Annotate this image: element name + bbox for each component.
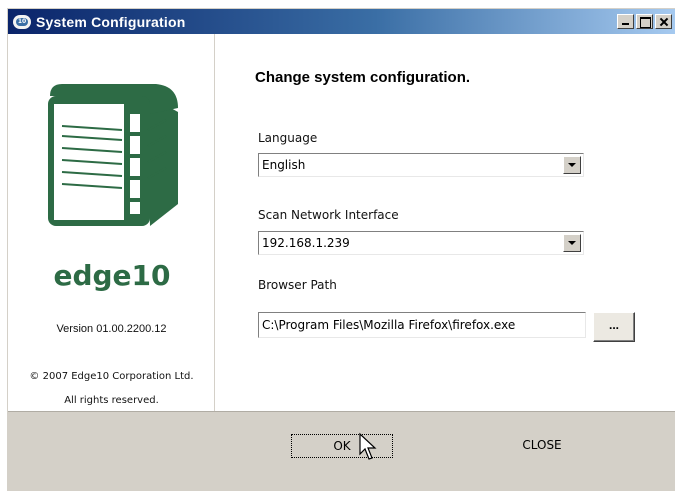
language-value: English bbox=[262, 158, 306, 172]
maximize-icon[interactable] bbox=[636, 14, 653, 29]
chevron-down-icon[interactable] bbox=[563, 234, 581, 252]
browser-path-label: Browser Path bbox=[258, 278, 337, 292]
svg-text:edge10: edge10 bbox=[53, 260, 170, 292]
rights-text: All rights reserved. bbox=[64, 395, 159, 406]
title-bar[interactable]: 10 System Configuration bbox=[8, 9, 675, 34]
copyright-block: © 2007 Edge10 Corporation Ltd. All right… bbox=[8, 365, 215, 413]
sidebar-panel: edge10 Version 01.00.2200.12 © 2007 Edge… bbox=[8, 34, 215, 411]
window-title: System Configuration bbox=[36, 13, 186, 30]
close-button[interactable]: CLOSE bbox=[498, 434, 586, 458]
copyright-text: © 2007 Edge10 Corporation Ltd. bbox=[29, 371, 194, 382]
app-icon[interactable]: 10 bbox=[13, 14, 31, 29]
server-storage-icon bbox=[48, 84, 178, 226]
version-text: Version 01.00.2200.12 bbox=[56, 323, 167, 335]
language-select[interactable]: English bbox=[258, 153, 584, 177]
footer-bar: OK CLOSE bbox=[8, 411, 675, 491]
minimize-icon[interactable] bbox=[617, 14, 634, 29]
network-interface-select[interactable]: 192.168.1.239 bbox=[258, 231, 584, 255]
system-configuration-window: 10 System Configuration edge10 Version 0… bbox=[7, 8, 675, 491]
browser-path-input[interactable]: C:\Program Files\Mozilla Firefox\firefox… bbox=[258, 312, 586, 338]
edge10-brand-logo: edge10 bbox=[53, 260, 170, 292]
page-heading: Change system configuration. bbox=[255, 69, 471, 86]
network-interface-value: 192.168.1.239 bbox=[262, 236, 350, 250]
mouse-cursor-icon bbox=[359, 432, 377, 460]
network-interface-label: Scan Network Interface bbox=[258, 208, 399, 222]
language-label: Language bbox=[258, 131, 318, 145]
close-icon[interactable] bbox=[655, 14, 672, 29]
chevron-down-icon[interactable] bbox=[563, 156, 581, 174]
browse-button[interactable]: ... bbox=[593, 312, 635, 342]
